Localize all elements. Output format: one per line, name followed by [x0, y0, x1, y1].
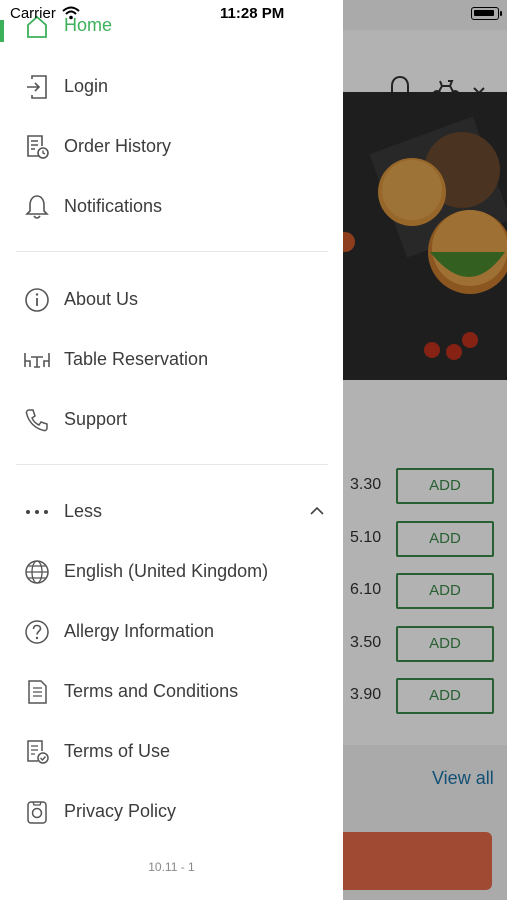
info-icon: [25, 288, 49, 312]
drawer-item-label: English (United Kingdom): [64, 561, 269, 581]
app-version: 10.11 - 1: [148, 860, 195, 874]
status-bar: Carrier 11:28 PM: [0, 0, 507, 28]
wifi-icon: [62, 6, 80, 20]
battery-icon: [471, 7, 499, 20]
drawer-item-login[interactable]: Login: [0, 61, 343, 111]
drawer-item-label: Terms of Use: [64, 741, 171, 761]
drawer-item-less[interactable]: Less: [0, 486, 343, 536]
drawer-item-label: Support: [64, 409, 128, 429]
drawer-item-label: About Us: [64, 289, 139, 309]
side-drawer: Home Login Order History Notifications A…: [0, 0, 343, 900]
drawer-item-label: Terms and Conditions: [64, 681, 239, 701]
clock: 11:28 PM: [220, 5, 285, 22]
chevron-up-icon: [310, 506, 324, 515]
battery-tip: [500, 11, 502, 16]
drawer-item-allergy-information[interactable]: Allergy Information: [0, 606, 343, 656]
drawer-item-label: Less: [64, 501, 103, 521]
drawer-item-language[interactable]: English (United Kingdom): [0, 546, 343, 596]
divider: [16, 251, 328, 252]
carrier-label: Carrier: [10, 5, 56, 22]
divider: [16, 464, 328, 465]
order-history-icon: [27, 135, 49, 159]
more-dots-icon: [26, 510, 48, 514]
document-check-icon: [27, 740, 49, 764]
drawer-item-privacy-policy[interactable]: Privacy Policy: [0, 786, 343, 836]
login-icon: [27, 75, 47, 99]
drawer-item-label: Notifications: [64, 196, 163, 216]
question-icon: [25, 620, 49, 644]
drawer-item-label: Privacy Policy: [64, 801, 177, 821]
table-icon: [24, 353, 50, 368]
drawer-item-table-reservation[interactable]: Table Reservation: [0, 334, 343, 384]
drawer-item-terms-and-conditions[interactable]: Terms and Conditions: [0, 666, 343, 716]
drawer-item-about-us[interactable]: About Us: [0, 274, 343, 324]
drawer-item-label: Allergy Information: [64, 621, 215, 641]
privacy-icon: [27, 801, 47, 824]
drawer-item-notifications[interactable]: Notifications: [0, 181, 343, 231]
drawer-item-order-history[interactable]: Order History: [0, 121, 343, 171]
drawer-item-label: Login: [64, 76, 109, 96]
drawer-item-support[interactable]: Support: [0, 394, 343, 444]
document-icon: [28, 680, 47, 704]
drawer-item-label: Table Reservation: [64, 349, 209, 369]
globe-icon: [25, 560, 49, 584]
phone-icon: [25, 409, 48, 432]
bell-icon: [25, 195, 49, 219]
drawer-item-terms-of-use[interactable]: Terms of Use: [0, 726, 343, 776]
drawer-item-label: Order History: [64, 136, 172, 156]
